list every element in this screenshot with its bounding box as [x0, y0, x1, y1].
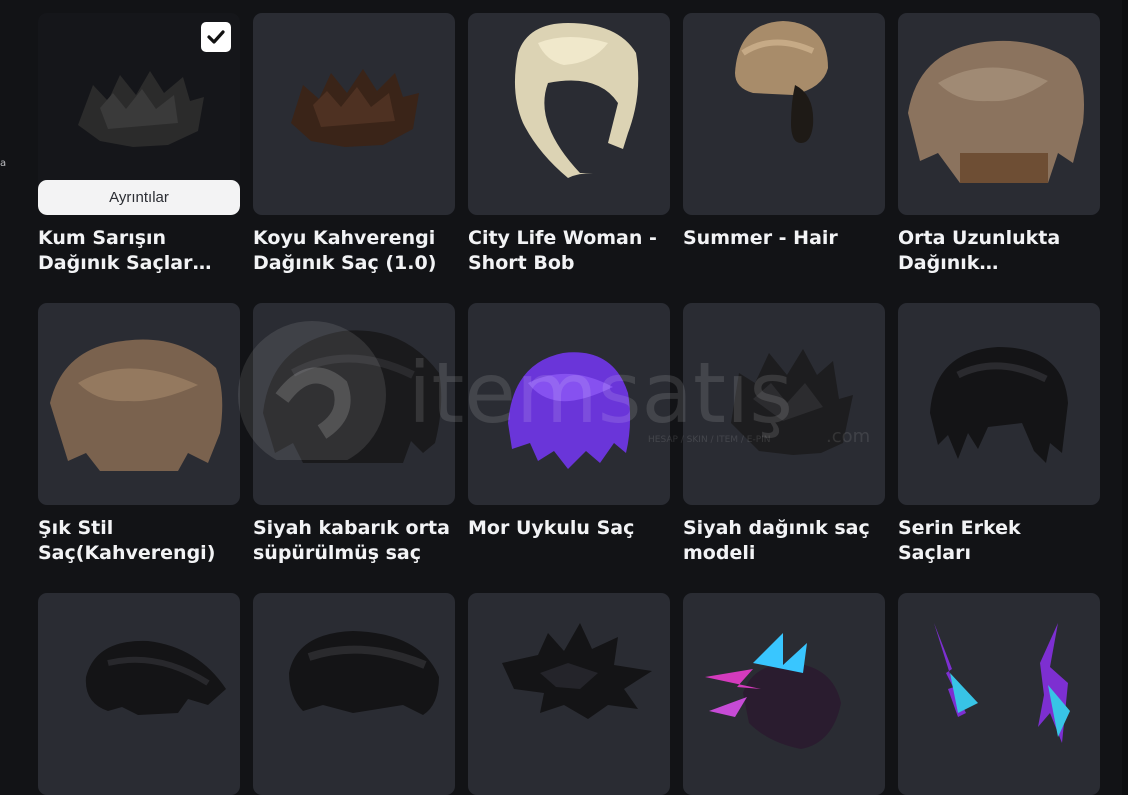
item-thumbnail[interactable] [898, 303, 1100, 505]
item-name: Siyah kabarık orta süpürülmüş saç [253, 517, 450, 564]
black-messy-hair-icon [731, 349, 853, 455]
hair-item[interactable]: Summer - Hair [683, 13, 885, 276]
black-fluffy-hair-icon [263, 330, 442, 463]
hair-item[interactable]: Siyah kabarık orta süpürülmüş saç [253, 303, 455, 566]
item-thumbnail[interactable] [253, 303, 455, 505]
hair-item[interactable] [683, 593, 885, 795]
blonde-bob-hair-icon [514, 23, 639, 178]
neon-spike-hat-icon [705, 633, 841, 749]
hair-item[interactable]: Mor Uykulu Saç [468, 303, 670, 566]
item-name: Mor Uykulu Saç [468, 517, 635, 539]
item-thumbnail[interactable] [468, 593, 670, 795]
cool-black-hair-icon [930, 347, 1068, 463]
item-thumbnail[interactable] [683, 303, 885, 505]
hair-item[interactable] [468, 593, 670, 795]
ponytail-hair-icon [735, 21, 828, 143]
item-name: Kum Sarışın Dağınık Saçlar (1.0) [38, 227, 193, 274]
hair-item[interactable]: Siyah dağınık saç modeli [683, 303, 885, 566]
item-name: Serin Erkek Saçları [898, 517, 1021, 564]
item-thumbnail[interactable] [253, 593, 455, 795]
item-name: Siyah dağınık saç modeli [683, 517, 870, 564]
messy-brown-hair-icon [291, 69, 419, 147]
item-thumbnail[interactable] [38, 593, 240, 795]
item-thumbnail[interactable] [253, 13, 455, 215]
hair-item[interactable] [38, 593, 240, 795]
item-thumbnail[interactable] [898, 593, 1100, 795]
item-thumbnail[interactable] [683, 13, 885, 215]
black-side-swept-hair-icon [85, 640, 226, 715]
item-thumbnail[interactable] [898, 13, 1100, 215]
medium-brown-hair-icon [908, 40, 1084, 183]
hair-item[interactable]: Orta Uzunlukta Dağınık Saçlar(Kahverengi… [898, 13, 1100, 276]
item-name: Koyu Kahverengi Dağınık Saç (1.0) [253, 227, 437, 274]
hair-item[interactable]: Ayrıntılar Kum Sarışın Dağınık Saçlar (1… [38, 13, 240, 276]
item-name: Orta Uzunlukta Dağınık Saçlar(Kahverengi… [898, 227, 1061, 274]
hair-catalog-grid: Ayrıntılar Kum Sarışın Dağınık Saçlar (1… [0, 0, 1120, 795]
item-name: City Life Woman - Short Bob [468, 227, 657, 274]
hair-item[interactable]: Koyu Kahverengi Dağınık Saç (1.0) [253, 13, 455, 276]
scrollbar[interactable] [1122, 0, 1128, 795]
item-name: Summer - Hair [683, 227, 838, 249]
purple-hair-icon [508, 352, 631, 469]
hair-item[interactable] [898, 593, 1100, 795]
neon-horn-hair-icon [934, 623, 1070, 743]
item-thumbnail[interactable] [468, 303, 670, 505]
hair-item[interactable]: City Life Woman - Short Bob [468, 13, 670, 276]
black-spiky-hair-icon [502, 623, 652, 719]
stylish-brown-hair-icon [50, 339, 223, 471]
item-name: Şık Stil Saç(Kahverengi) [38, 517, 216, 564]
hair-item[interactable] [253, 593, 455, 795]
hair-item[interactable]: Serin Erkek Saçları [898, 303, 1100, 566]
item-thumbnail[interactable] [38, 303, 240, 505]
checkbox-checked-icon[interactable] [201, 22, 231, 52]
item-thumbnail[interactable] [468, 13, 670, 215]
item-thumbnail[interactable] [683, 593, 885, 795]
details-button[interactable]: Ayrıntılar [38, 180, 240, 215]
black-slick-hair-icon [289, 631, 439, 715]
item-thumbnail[interactable]: Ayrıntılar [38, 13, 240, 215]
hair-item[interactable]: Şık Stil Saç(Kahverengi) [38, 303, 240, 566]
